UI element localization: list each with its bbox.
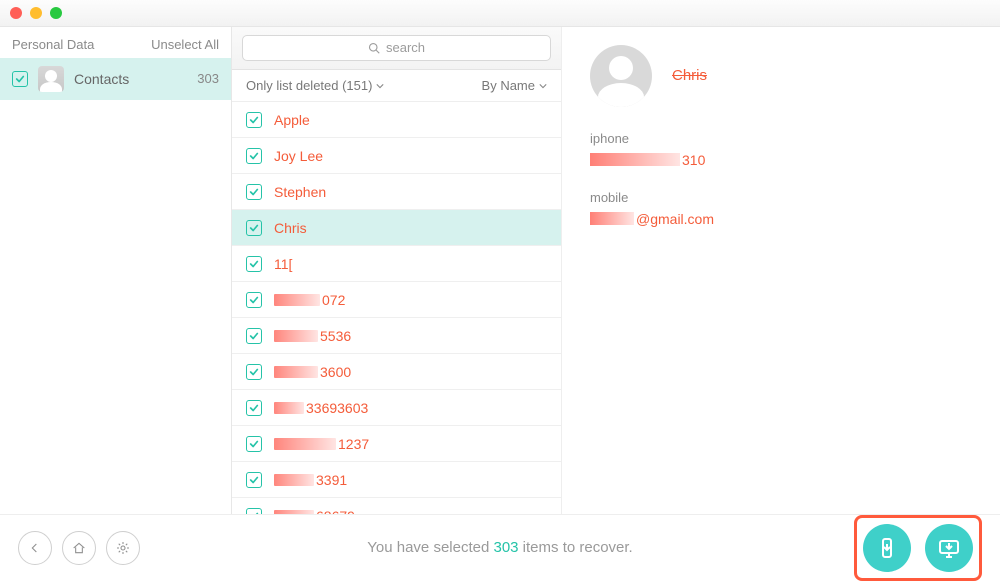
checkbox-icon[interactable] bbox=[246, 472, 262, 488]
list-item[interactable]: 33693603 bbox=[232, 390, 561, 426]
contact-row-label: 1237 bbox=[274, 436, 369, 452]
checkbox-icon[interactable] bbox=[246, 400, 262, 416]
checkbox-icon[interactable] bbox=[246, 256, 262, 272]
field-value-iphone: 310 bbox=[590, 152, 972, 168]
sidebar: Personal Data Unselect All Contacts 303 bbox=[0, 27, 232, 514]
checkbox-icon[interactable] bbox=[246, 220, 262, 236]
chevron-down-icon bbox=[376, 82, 384, 90]
titlebar bbox=[0, 0, 1000, 27]
redacted-text bbox=[274, 294, 320, 306]
search-input[interactable]: search bbox=[242, 35, 551, 61]
field-label-iphone: iphone bbox=[590, 131, 972, 146]
contact-name: Chris bbox=[672, 67, 707, 84]
redacted-text bbox=[274, 366, 318, 378]
sort-dropdown[interactable]: By Name bbox=[482, 78, 547, 93]
contacts-icon bbox=[38, 66, 64, 92]
avatar-icon bbox=[590, 45, 652, 107]
checkbox-icon[interactable] bbox=[246, 112, 262, 128]
contact-row-label: 3391 bbox=[274, 472, 347, 488]
recover-to-device-button[interactable] bbox=[863, 524, 911, 572]
window-close-button[interactable] bbox=[10, 7, 22, 19]
window-minimize-button[interactable] bbox=[30, 7, 42, 19]
list-item[interactable]: Stephen bbox=[232, 174, 561, 210]
recover-actions-highlight bbox=[854, 515, 982, 581]
home-button[interactable] bbox=[62, 531, 96, 565]
checkbox-icon[interactable] bbox=[246, 148, 262, 164]
contact-row-label: 33693603 bbox=[274, 400, 368, 416]
contact-row-label: Chris bbox=[274, 220, 307, 236]
redacted-text bbox=[274, 402, 304, 414]
contact-row-label: 5536 bbox=[274, 328, 351, 344]
sidebar-item-count: 303 bbox=[197, 71, 219, 86]
window-zoom-button[interactable] bbox=[50, 7, 62, 19]
contact-list: Apple Joy Lee Stephen Chris 11[ 072 5536 3600 33… bbox=[232, 102, 561, 514]
list-item[interactable]: Joy Lee bbox=[232, 138, 561, 174]
checkbox-icon[interactable] bbox=[246, 292, 262, 308]
redacted-text bbox=[274, 330, 318, 342]
contact-row-label: 11[ bbox=[274, 256, 292, 272]
list-item[interactable]: 072 bbox=[232, 282, 561, 318]
checkbox-icon[interactable] bbox=[246, 328, 262, 344]
checkbox-icon[interactable] bbox=[246, 184, 262, 200]
sidebar-item-label: Contacts bbox=[74, 71, 129, 87]
sidebar-item-contacts[interactable]: Contacts 303 bbox=[0, 58, 231, 100]
selection-summary: You have selected 303 items to recover. bbox=[0, 539, 1000, 556]
contact-row-label: 3600 bbox=[274, 364, 351, 380]
checkbox-icon[interactable] bbox=[246, 436, 262, 452]
search-icon bbox=[368, 42, 380, 54]
contact-detail-panel: Chris iphone 310 mobile @gmail.com bbox=[562, 27, 1000, 514]
list-item[interactable]: 3391 bbox=[232, 462, 561, 498]
redacted-text bbox=[274, 474, 314, 486]
contact-list-panel: search Only list deleted (151) By Name A… bbox=[232, 27, 562, 514]
contact-row-label: Joy Lee bbox=[274, 148, 323, 164]
contact-row-label: 072 bbox=[274, 292, 345, 308]
field-label-mobile: mobile bbox=[590, 190, 972, 205]
footer: You have selected 303 items to recover. bbox=[0, 514, 1000, 581]
sidebar-section-label: Personal Data bbox=[12, 37, 94, 52]
list-item[interactable]: 1237 bbox=[232, 426, 561, 462]
contact-row-label: Apple bbox=[274, 112, 310, 128]
redacted-text bbox=[590, 212, 634, 225]
unselect-all-link[interactable]: Unselect All bbox=[151, 37, 219, 52]
chevron-down-icon bbox=[539, 82, 547, 90]
filter-dropdown[interactable]: Only list deleted (151) bbox=[246, 78, 384, 93]
checkbox-icon[interactable] bbox=[246, 364, 262, 380]
list-item[interactable]: Apple bbox=[232, 102, 561, 138]
contact-row-label: Stephen bbox=[274, 184, 326, 200]
search-placeholder: search bbox=[386, 40, 425, 55]
field-value-mobile: @gmail.com bbox=[590, 211, 972, 227]
redacted-text bbox=[590, 153, 680, 166]
list-item[interactable]: Chris bbox=[232, 210, 561, 246]
settings-button[interactable] bbox=[106, 531, 140, 565]
back-button[interactable] bbox=[18, 531, 52, 565]
list-item[interactable]: 68679 bbox=[232, 498, 561, 514]
list-item[interactable]: 11[ bbox=[232, 246, 561, 282]
list-item[interactable]: 5536 bbox=[232, 318, 561, 354]
recover-to-computer-button[interactable] bbox=[925, 524, 973, 572]
checkbox-icon[interactable] bbox=[12, 71, 28, 87]
redacted-text bbox=[274, 438, 336, 450]
list-item[interactable]: 3600 bbox=[232, 354, 561, 390]
